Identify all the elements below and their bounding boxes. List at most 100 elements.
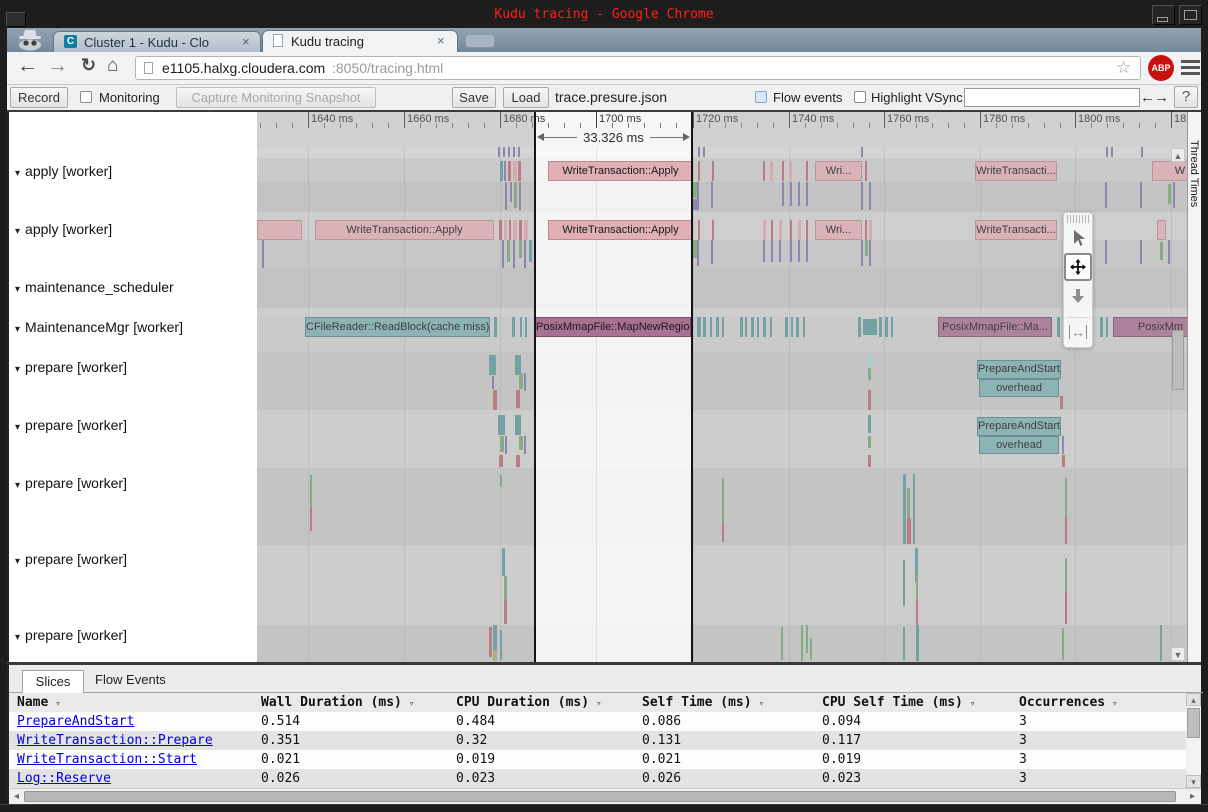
screen: { "window": { "title": "Kudu tracing - G…: [0, 0, 1208, 811]
loaded-filename: trace.presure.json: [555, 89, 667, 105]
table-row[interactable]: WriteTransaction::Start0.0210.0190.0210.…: [9, 750, 1186, 769]
chrome-menu-icon[interactable]: [1181, 60, 1200, 76]
table-header-cell[interactable]: Self Time (ms)▿: [642, 695, 764, 710]
tab-close-icon[interactable]: ×: [437, 33, 445, 48]
hscroll-left-arrow[interactable]: ◂: [10, 790, 23, 803]
table-header-cell[interactable]: Wall Duration (ms)▿: [261, 695, 414, 710]
slice-name-link[interactable]: WriteTransaction::Start: [17, 752, 197, 767]
track-label[interactable]: ▾prepare [worker]: [15, 475, 127, 491]
back-button[interactable]: ←: [17, 54, 38, 78]
timeline-scrollbar[interactable]: ▲ ▼: [1170, 147, 1186, 662]
table-header-cell[interactable]: Name▿: [17, 695, 61, 710]
vscroll-up-arrow[interactable]: ▴: [1186, 693, 1201, 706]
vscroll-thumb[interactable]: [1187, 708, 1200, 738]
help-button[interactable]: ?: [1174, 86, 1198, 108]
collapse-triangle-icon[interactable]: ▾: [15, 168, 20, 179]
reload-button[interactable]: ↻: [81, 55, 96, 76]
track-label[interactable]: ▾ apply [worker]: [15, 221, 112, 237]
trace-slice[interactable]: PosixMmapFile::MapNewRegion: [535, 317, 691, 337]
flow-events-checkbox[interactable]: [755, 91, 767, 103]
table-value-cell: 0.021: [642, 752, 681, 767]
find-input[interactable]: [964, 88, 1140, 107]
sort-arrow-icon[interactable]: ▿: [596, 699, 601, 709]
track-label[interactable]: ▾prepare [worker]: [15, 627, 127, 643]
sort-arrow-icon[interactable]: ▿: [970, 699, 975, 709]
collapse-triangle-icon[interactable]: ▾: [15, 480, 20, 491]
track-label[interactable]: ▾maintenance_scheduler: [15, 279, 174, 295]
sort-arrow-icon[interactable]: ▿: [759, 699, 764, 709]
table-header-cell[interactable]: CPU Duration (ms)▿: [456, 695, 601, 710]
bookmark-star-icon[interactable]: ☆: [1116, 58, 1131, 78]
hscroll-thumb[interactable]: [24, 791, 1176, 802]
scroll-down-arrow[interactable]: ▼: [1171, 647, 1185, 661]
slice-name-link[interactable]: PrepareAndStart: [17, 714, 134, 729]
window-titlebar: Kudu tracing - Google Chrome: [0, 0, 1208, 29]
table-header-cell[interactable]: Occurrences▿: [1019, 695, 1118, 710]
new-tab-button[interactable]: [465, 34, 495, 48]
table-header-cell[interactable]: CPU Self Time (ms)▿: [822, 695, 975, 710]
vscroll-down-arrow[interactable]: ▾: [1186, 775, 1201, 788]
highlight-vsync-checkbox[interactable]: [854, 91, 866, 103]
load-button[interactable]: Load: [503, 87, 549, 108]
capture-snapshot-button[interactable]: Capture Monitoring Snapshot: [176, 87, 376, 108]
forward-button[interactable]: →: [47, 54, 68, 78]
home-button[interactable]: ⌂: [107, 55, 118, 77]
tab-slices[interactable]: Slices: [22, 670, 84, 693]
trace-slice[interactable]: WriteTransaction::Apply: [548, 161, 693, 181]
collapse-triangle-icon[interactable]: ▾: [15, 324, 20, 335]
collapse-triangle-icon[interactable]: ▾: [15, 226, 20, 237]
hscroll-right-arrow[interactable]: ▸: [1186, 790, 1199, 803]
track-label[interactable]: ▾prepare [worker]: [15, 359, 127, 375]
trace-canvas[interactable]: 33.326 ms 1640 ms1660 ms1680 ms1700 ms17…: [257, 112, 1187, 662]
slice-name-link[interactable]: WriteTransaction::Prepare: [17, 733, 213, 748]
tab-close-icon[interactable]: ×: [242, 34, 250, 49]
selection-measurement[interactable]: 33.326 ms: [537, 128, 690, 146]
window-frame-right: [1201, 28, 1208, 811]
scroll-thumb[interactable]: [1172, 330, 1184, 390]
tab-flow-events[interactable]: Flow Events: [95, 672, 166, 687]
table-header-row: Name▿ Wall Duration (ms)▿ CPU Duration (ms…: [9, 693, 1186, 712]
track-label[interactable]: ▾MaintenanceMgr [worker]: [15, 319, 183, 335]
palette-drag-handle[interactable]: [1067, 215, 1089, 223]
table-vscrollbar[interactable]: ▴ ▾: [1186, 693, 1201, 788]
table-row[interactable]: WriteTransaction::Prepare0.3510.320.1310…: [9, 731, 1186, 750]
select-tool-icon[interactable]: [1065, 224, 1091, 252]
collapse-triangle-icon[interactable]: ▾: [15, 556, 20, 567]
abp-extension-icon[interactable]: ABP: [1148, 55, 1174, 81]
table-value-cell: 0.023: [456, 771, 495, 786]
trace-slice[interactable]: WriteTransaction::Apply: [548, 220, 693, 240]
track-label-text: apply [worker]: [25, 221, 112, 237]
track-label[interactable]: ▾apply [worker]: [15, 163, 112, 179]
arrow-left-head: [537, 133, 544, 141]
table-row[interactable]: PrepareAndStart0.5140.4840.0860.0943: [9, 712, 1186, 731]
record-button[interactable]: Record: [10, 87, 68, 108]
tab-kudu-tracing[interactable]: Kudu tracing ×: [262, 30, 458, 52]
slice-name-link[interactable]: Log::Reserve: [17, 771, 111, 786]
url-bar[interactable]: e1105.halxg.cloudera.com :8050/tracing.h…: [135, 56, 1141, 80]
collapse-triangle-icon[interactable]: ▾: [15, 632, 20, 643]
timing-tool-icon[interactable]: ↔: [1065, 317, 1091, 346]
sort-arrow-icon[interactable]: ▿: [409, 699, 414, 709]
scroll-up-arrow[interactable]: ▲: [1171, 148, 1185, 162]
window-maximize-button[interactable]: [1179, 5, 1202, 25]
monitoring-checkbox[interactable]: [80, 91, 92, 103]
url-text-path: :8050/tracing.html: [332, 60, 443, 76]
track-label[interactable]: ▾prepare [worker]: [15, 417, 127, 433]
table-hscrollbar[interactable]: ◂ ▸: [10, 788, 1201, 804]
table-value-cell: 0.019: [456, 752, 495, 767]
collapse-triangle-icon[interactable]: ▾: [15, 422, 20, 433]
track-label[interactable]: ▾prepare [worker]: [15, 551, 127, 567]
window-minimize-button[interactable]: [1152, 5, 1175, 25]
browser-toolbar: ← → ↻ ⌂ e1105.halxg.cloudera.com :8050/t…: [7, 52, 1201, 85]
save-button[interactable]: Save: [452, 87, 496, 108]
find-prev-next-icons[interactable]: ←→: [1140, 89, 1168, 106]
pan-tool-icon[interactable]: [1064, 253, 1092, 281]
sort-arrow-icon[interactable]: ▿: [55, 699, 60, 709]
tab-cluster1-kudu[interactable]: C Cluster 1 - Kudu - Clo ×: [53, 31, 261, 52]
zoom-tool-icon[interactable]: [1065, 282, 1091, 310]
sort-arrow-icon[interactable]: ▿: [1112, 699, 1117, 709]
table-row[interactable]: Log::Reserve0.0260.0230.0260.0233: [9, 769, 1186, 788]
collapse-triangle-icon[interactable]: ▾: [15, 284, 20, 295]
track-label-column: ▾apply [worker]▾apply [worker]▾maintenan…: [9, 112, 257, 662]
collapse-triangle-icon[interactable]: ▾: [15, 364, 20, 375]
